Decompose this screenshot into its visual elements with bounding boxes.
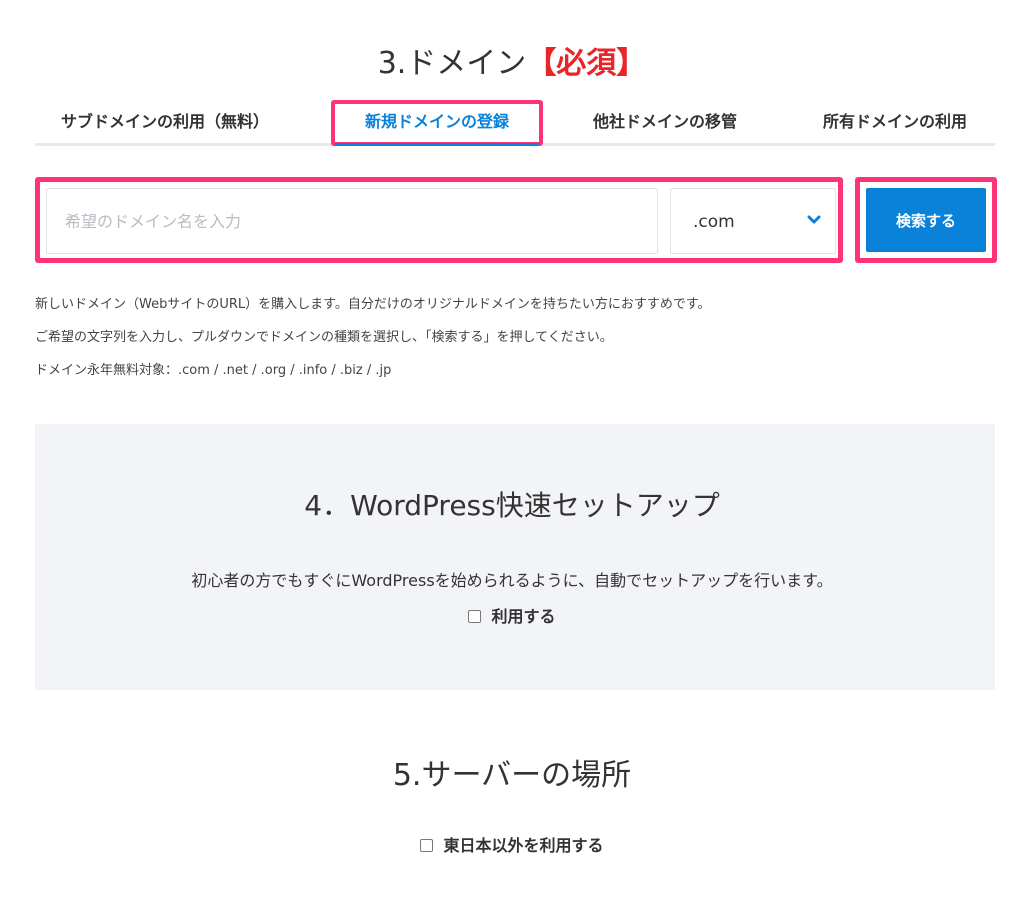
required-label: 【必須】	[526, 46, 647, 81]
wordpress-checkbox-label[interactable]: 利用する	[468, 607, 556, 626]
domain-name-input[interactable]	[46, 188, 658, 254]
tab-transfer-domain[interactable]: 他社ドメインの移管	[555, 100, 775, 146]
tld-select[interactable]: .com	[670, 188, 836, 254]
domain-description-line: ドメイン永年無料対象：.com / .net / .org / .info / …	[35, 363, 392, 378]
wordpress-section-title: 4．WordPress快速セットアップ	[304, 489, 720, 522]
wordpress-description: 初心者の方でもすぐにWordPressを始められるように、自動でセットアップを行…	[191, 571, 833, 590]
search-button-highlight: 検索する	[855, 177, 997, 263]
server-location-checkbox[interactable]	[420, 839, 434, 852]
tab-new-domain[interactable]: 新規ドメインの登録	[331, 100, 543, 146]
chevron-down-icon	[807, 215, 821, 224]
server-checkbox-label[interactable]: 東日本以外を利用する	[420, 836, 604, 855]
wordpress-panel	[35, 424, 995, 690]
domain-section-title: 3.ドメイン【必須】	[0, 38, 1024, 82]
domain-tabs: サブドメインの利用（無料） 新規ドメインの登録 他社ドメインの移管 所有ドメイン…	[35, 100, 995, 146]
domain-description-line: ご希望の文字列を入力し、プルダウンでドメインの種類を選択し、「検索する」を押して…	[35, 330, 613, 345]
tab-subdomain[interactable]: サブドメインの利用（無料）	[35, 100, 295, 146]
wordpress-checkbox-row: 利用する	[0, 603, 1024, 627]
domain-field-highlight: .com	[35, 177, 843, 263]
server-section-title: 5.サーバーの場所	[392, 758, 632, 793]
tld-selected-value: .com	[693, 212, 735, 232]
server-checkbox-row: 東日本以外を利用する	[0, 832, 1024, 856]
domain-description-line: 新しいドメイン（WebサイトのURL）を購入します。自分だけのオリジナルドメイン…	[35, 297, 711, 312]
domain-search-button[interactable]: 検索する	[866, 188, 986, 252]
server-checkbox-text: 東日本以外を利用する	[443, 836, 604, 855]
domain-search-row: .com 検索する	[35, 177, 997, 263]
domain-title-text: 3.ドメイン	[377, 46, 527, 81]
tab-owned-domain[interactable]: 所有ドメインの利用	[795, 100, 995, 146]
wordpress-checkbox-text: 利用する	[491, 607, 556, 626]
wordpress-checkbox[interactable]	[468, 610, 482, 623]
